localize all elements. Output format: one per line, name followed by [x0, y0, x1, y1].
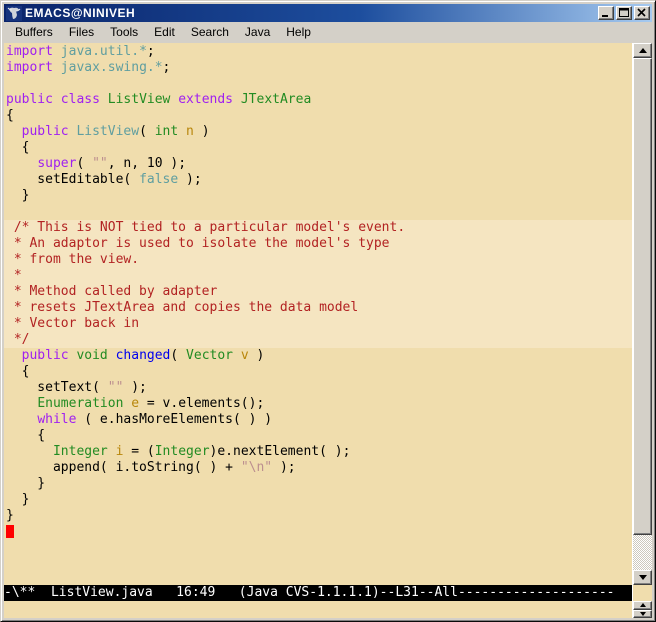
- code-line: }: [6, 188, 632, 204]
- code-line: * from the view.: [4, 252, 632, 268]
- code-line: setEditable( false );: [6, 172, 632, 188]
- scrollbar-down-button[interactable]: [633, 570, 652, 585]
- emacs-window: EMACS@NINIVEH BuffersFilesToolsEditSearc…: [0, 0, 656, 622]
- arrow-up-icon: [639, 48, 647, 53]
- code-line: }: [6, 476, 632, 492]
- close-button[interactable]: [634, 6, 650, 20]
- code-line: *: [4, 268, 632, 284]
- mode-line: -\** ListView.java 16:49 (Java CVS-1.1.1…: [4, 585, 632, 601]
- code-line: /* This is NOT tied to a particular mode…: [4, 220, 632, 236]
- code-line: */: [4, 332, 632, 348]
- code-line: * resets JTextArea and copies the data m…: [4, 300, 632, 316]
- code-line: append( i.toString( ) + "\n" );: [6, 460, 632, 476]
- menu-item-buffers[interactable]: Buffers: [7, 23, 61, 42]
- echo-area[interactable]: [4, 601, 632, 618]
- modeline-row: -\** ListView.java 16:49 (Java CVS-1.1.1…: [4, 585, 652, 601]
- modeline-gap: [632, 585, 652, 601]
- minibuffer-scrollbar[interactable]: [632, 601, 652, 618]
- menu-bar: BuffersFilesToolsEditSearchJavaHelp: [4, 22, 652, 43]
- minibuffer-scroll-up-button[interactable]: [633, 601, 652, 610]
- arrow-down-icon: [640, 612, 646, 616]
- code-line: import java.util.*;: [6, 44, 632, 60]
- maximize-icon: [618, 8, 630, 18]
- minibuffer-scroll-down-button[interactable]: [633, 610, 652, 619]
- arrow-up-icon: [640, 603, 646, 607]
- code-line: import javax.swing.*;: [6, 60, 632, 76]
- arrow-down-icon: [639, 575, 647, 580]
- menu-item-help[interactable]: Help: [278, 23, 319, 42]
- menu-item-edit[interactable]: Edit: [146, 23, 183, 42]
- text-cursor: [6, 525, 14, 538]
- code-line: super( "", n, 10 );: [6, 156, 632, 172]
- code-line: {: [6, 364, 632, 380]
- code-line: {: [6, 140, 632, 156]
- code-line: [6, 76, 632, 92]
- code-line: Enumeration e = v.elements();: [6, 396, 632, 412]
- title-bar[interactable]: EMACS@NINIVEH: [4, 4, 652, 22]
- close-icon: [636, 8, 648, 18]
- code-line: setText( "" );: [6, 380, 632, 396]
- code-line: }: [6, 508, 632, 524]
- scrollbar-up-button[interactable]: [633, 43, 652, 58]
- code-line: while ( e.hasMoreElements( ) ): [6, 412, 632, 428]
- code-line: [6, 524, 632, 540]
- editor-row: import java.util.*;import javax.swing.*;…: [4, 43, 652, 585]
- menu-item-files[interactable]: Files: [61, 23, 102, 42]
- emacs-gnu-icon: [6, 6, 22, 21]
- minimize-button[interactable]: [598, 6, 614, 20]
- scrollbar-track[interactable]: [633, 535, 652, 570]
- minimize-icon: [600, 8, 612, 18]
- maximize-button[interactable]: [616, 6, 632, 20]
- vertical-scrollbar[interactable]: [632, 43, 652, 585]
- code-line: public void changed( Vector v ): [6, 348, 632, 364]
- code-area[interactable]: import java.util.*;import javax.swing.*;…: [4, 43, 632, 585]
- code-line: * An adaptor is used to isolate the mode…: [4, 236, 632, 252]
- code-line: {: [6, 428, 632, 444]
- code-line: public class ListView extends JTextArea: [6, 92, 632, 108]
- code-line: * Method called by adapter: [4, 284, 632, 300]
- minibuffer-row: [4, 601, 652, 618]
- window-title: EMACS@NINIVEH: [25, 6, 596, 20]
- code-line: * Vector back in: [4, 316, 632, 332]
- code-line: [6, 204, 632, 220]
- code-line: {: [6, 108, 632, 124]
- menu-item-search[interactable]: Search: [183, 23, 237, 42]
- code-line: Integer i = (Integer)e.nextElement( );: [6, 444, 632, 460]
- scrollbar-thumb[interactable]: [633, 58, 652, 535]
- menu-item-tools[interactable]: Tools: [102, 23, 146, 42]
- menu-item-java[interactable]: Java: [237, 23, 278, 42]
- code-line: public ListView( int n ): [6, 124, 632, 140]
- code-line: }: [6, 492, 632, 508]
